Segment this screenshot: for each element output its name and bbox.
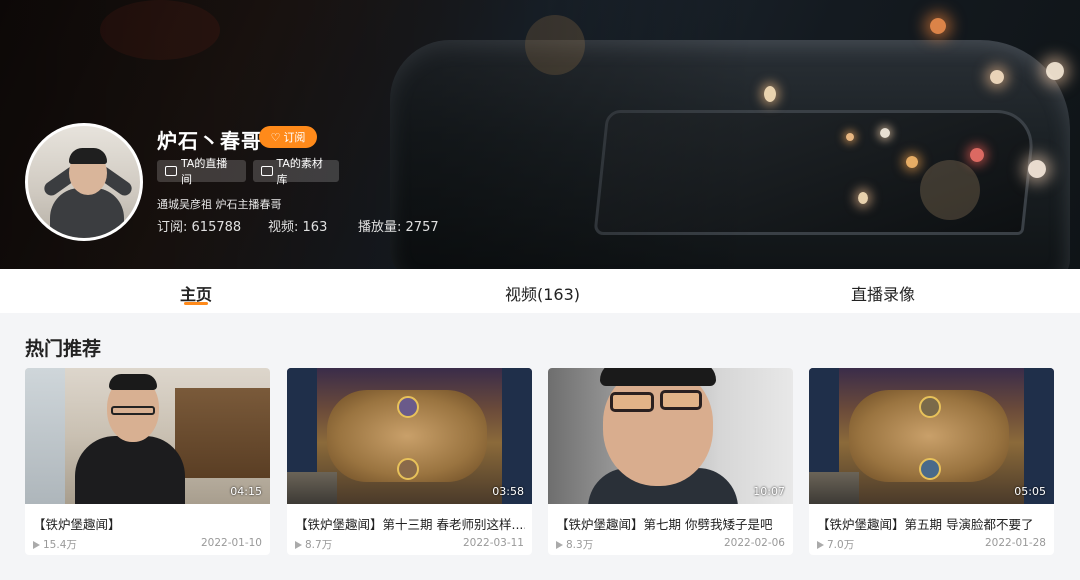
section-title: 热门推荐 — [25, 338, 102, 360]
video-title[interactable]: 【铁炉堡趣闻】 — [33, 514, 263, 533]
active-tab-indicator — [184, 302, 208, 305]
upload-date: 2022-03-11 — [462, 537, 524, 549]
video-card[interactable]: 04:15 【铁炉堡趣闻】 15.4万 2022-01-10 — [25, 368, 270, 555]
video-thumbnail[interactable]: 04:15 — [25, 368, 270, 504]
video-title[interactable]: 【铁炉堡趣闻】第五期 导演脸都不要了 — [817, 514, 1047, 533]
video-thumbnail[interactable]: 10:07 — [548, 368, 793, 504]
video-duration: 10:07 — [753, 485, 785, 498]
video-duration: 03:58 — [492, 485, 524, 498]
play-icon — [295, 540, 302, 549]
view-count: 15.4万 — [33, 537, 77, 552]
stat-videos: 视频: 163 — [268, 220, 328, 235]
material-label: TA的素材库 — [276, 157, 323, 186]
upload-date: 2022-02-06 — [723, 537, 785, 549]
live-room-label: TA的直播间 — [180, 157, 228, 186]
live-tv-icon — [165, 166, 177, 176]
tab-videos[interactable]: 视频(163) — [505, 281, 580, 305]
video-thumbnail[interactable]: 05:05 — [809, 368, 1054, 504]
play-icon — [556, 540, 563, 549]
profile-description: 通城吴彦祖 炉石主播春哥 — [157, 198, 282, 211]
profile-avatar[interactable] — [25, 123, 143, 241]
video-title[interactable]: 【铁炉堡趣闻】第十三期 春老师别这样...... — [295, 514, 525, 533]
video-duration: 04:15 — [230, 485, 262, 498]
heart-icon: ♡ — [270, 130, 281, 144]
video-title[interactable]: 【铁炉堡趣闻】第七期 你劈我矮子是吧 — [556, 514, 786, 533]
tab-live-recordings[interactable]: 直播录像 — [851, 281, 915, 305]
stat-subscribers: 订阅: 615788 — [157, 220, 242, 235]
video-card[interactable]: 05:05 【铁炉堡趣闻】第五期 导演脸都不要了 7.0万 2022-01-28 — [809, 368, 1054, 555]
subscribe-label: 订阅 — [283, 131, 306, 144]
video-duration: 05:05 — [1014, 485, 1046, 498]
play-icon — [817, 540, 824, 549]
stat-plays: 播放量: 2757 — [358, 220, 439, 235]
video-card[interactable]: 10:07 【铁炉堡趣闻】第七期 你劈我矮子是吧 8.3万 2022-02-06 — [548, 368, 793, 555]
upload-date: 2022-01-10 — [200, 537, 262, 549]
view-count: 8.7万 — [295, 537, 332, 552]
view-count: 7.0万 — [817, 537, 854, 552]
play-icon — [33, 540, 40, 549]
subscribe-button[interactable]: ♡ 订阅 — [259, 126, 317, 148]
video-thumbnail[interactable]: 03:58 — [287, 368, 532, 504]
profile-name: 炉石丶春哥 — [157, 129, 262, 153]
view-count: 8.3万 — [556, 537, 593, 552]
material-library-button[interactable]: TA的素材库 — [253, 157, 339, 186]
folder-icon — [261, 166, 273, 176]
video-card[interactable]: 03:58 【铁炉堡趣闻】第十三期 春老师别这样...... 8.7万 2022… — [287, 368, 532, 555]
upload-date: 2022-01-28 — [984, 537, 1046, 549]
profile-tabs: 主页 视频(163) 直播录像 — [0, 269, 1080, 313]
live-room-button[interactable]: TA的直播间 — [157, 157, 246, 186]
profile-banner: 炉石丶春哥 ♡ 订阅 TA的直播间 TA的素材库 通城吴彦祖 炉石主播春哥 订阅… — [0, 0, 1080, 269]
